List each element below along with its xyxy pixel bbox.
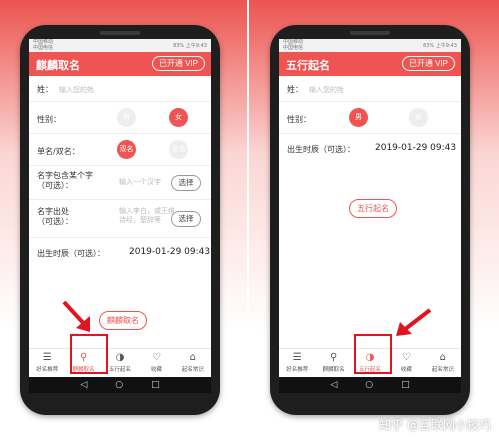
page-title: 麒麟取名 xyxy=(36,59,80,72)
birth-label: 出生时辰（可选）： xyxy=(37,249,105,258)
home-nav-icon[interactable]: ○ xyxy=(115,380,123,390)
recent-apps-icon[interactable]: □ xyxy=(151,380,160,390)
yin-yang-icon: ◑ xyxy=(115,352,125,363)
source-label-2: （可选）： xyxy=(37,217,73,226)
birth-label: 出生时辰（可选）： xyxy=(287,145,355,154)
surname-row: 姓： 输入您的姓 xyxy=(29,76,211,102)
male-option[interactable]: 男 xyxy=(349,108,368,127)
tab-label: 起名常识 xyxy=(431,367,454,373)
status-right: 83% 上午9:43 xyxy=(173,43,207,49)
surname-input[interactable]: 输入您的姓 xyxy=(59,85,94,95)
surname-row: 姓： 输入您的姓 xyxy=(279,76,461,102)
system-nav-bar: ◁ ○ □ xyxy=(279,377,461,393)
source-label: 名字出处 （可选）： xyxy=(37,207,73,227)
surname-input[interactable]: 输入您的姓 xyxy=(309,85,344,95)
tab-qilin[interactable]: ⚲ 麒麟取名 xyxy=(315,349,351,377)
female-option[interactable]: 女 xyxy=(409,108,428,127)
list-icon: ☰ xyxy=(42,352,52,363)
gender-row: 性别： 男 女 xyxy=(29,102,211,134)
tab-favorites[interactable]: ♡ 收藏 xyxy=(388,349,424,377)
carrier-2: 中国电信 xyxy=(33,44,54,51)
watermark: 知乎 @互联网小技巧 xyxy=(379,418,491,432)
generate-wuxing-button[interactable]: 五行起名 xyxy=(349,199,397,218)
tab-label: 五行起名 xyxy=(109,367,132,373)
source-row: 名字出处 （可选）： 输入李白，或王维， 诗经，楚辞等 选择 xyxy=(29,200,211,238)
status-bar: 中国移动 中国电信 83% 上午9:43 xyxy=(279,39,461,52)
single-name-option[interactable]: 单名 xyxy=(169,140,188,159)
tab-knowledge[interactable]: ⌂ 起名常识 xyxy=(425,349,461,377)
highlight-box xyxy=(354,334,392,374)
app-header: 五行起名 已开通 VIP xyxy=(279,52,461,76)
surname-label: 姓： xyxy=(37,85,53,94)
birth-row: 出生时辰（可选）： 2019-01-29 09:43 xyxy=(279,134,461,162)
birth-value[interactable]: 2019-01-29 09:43 xyxy=(129,247,210,257)
name-type-label: 单名/双名： xyxy=(37,147,80,156)
back-icon[interactable]: ◁ xyxy=(80,380,87,390)
back-icon[interactable]: ◁ xyxy=(330,380,337,390)
left-phone: 中国移动 中国电信 83% 上午9:43 麒麟取名 已开通 VIP 姓： 输入您的… xyxy=(20,25,220,415)
carrier-2: 中国电信 xyxy=(283,44,304,51)
carrier-text: 中国移动 中国电信 xyxy=(283,39,304,51)
generate-name-button[interactable]: 麒麟取名 xyxy=(99,311,147,330)
include-char-label-1: 名字包含某个字 xyxy=(37,171,93,180)
choose-char-button[interactable]: 选择 xyxy=(171,175,201,191)
female-option[interactable]: 女 xyxy=(169,108,188,127)
source-label-1: 名字出处 xyxy=(37,207,69,216)
include-char-input[interactable]: 输入一个汉字 xyxy=(119,177,161,187)
choose-source-button[interactable]: 选择 xyxy=(171,211,201,227)
system-nav-bar: ◁ ○ □ xyxy=(29,377,211,393)
page-title: 五行起名 xyxy=(286,59,330,72)
status-right: 83% 上午9:43 xyxy=(423,43,457,49)
gender-row: 性别： 男 女 xyxy=(279,102,461,134)
include-char-row: 名字包含某个字 （可选）： 输入一个汉字 选择 xyxy=(29,166,211,200)
surname-label: 姓： xyxy=(287,85,303,94)
arrow-icon xyxy=(396,308,432,336)
birth-row: 出生时辰（可选）： 2019-01-29 09:43 xyxy=(29,238,211,266)
heart-icon: ♡ xyxy=(151,352,161,363)
tab-favorites[interactable]: ♡ 收藏 xyxy=(138,349,174,377)
highlight-box xyxy=(70,334,108,374)
tab-label: 好名推荐 xyxy=(286,367,309,373)
left-screen: 中国移动 中国电信 83% 上午9:43 麒麟取名 已开通 VIP 姓： 输入您的… xyxy=(29,39,211,377)
tab-recommend[interactable]: ☰ 好名推荐 xyxy=(29,349,65,377)
include-char-label: 名字包含某个字 （可选）： xyxy=(37,171,93,191)
male-option[interactable]: 男 xyxy=(117,108,136,127)
vip-button[interactable]: 已开通 VIP xyxy=(401,56,455,71)
status-bar: 中国移动 中国电信 83% 上午9:43 xyxy=(29,39,211,52)
gender-label: 性别： xyxy=(37,115,61,124)
vip-button[interactable]: 已开通 VIP xyxy=(151,56,205,71)
gender-label: 性别： xyxy=(287,115,311,124)
source-placeholder-2: 诗经，楚辞等 xyxy=(119,216,161,224)
tab-label: 收藏 xyxy=(400,367,412,373)
tab-knowledge[interactable]: ⌂ 起名常识 xyxy=(175,349,211,377)
tab-label: 收藏 xyxy=(150,367,162,373)
tab-recommend[interactable]: ☰ 好名推荐 xyxy=(279,349,315,377)
home-icon: ⌂ xyxy=(439,352,446,363)
tab-label: 起名常识 xyxy=(181,367,204,373)
list-icon: ☰ xyxy=(292,352,302,363)
birth-value[interactable]: 2019-01-29 09:43 xyxy=(375,143,456,153)
include-char-label-2: （可选）： xyxy=(37,181,73,190)
carrier-text: 中国移动 中国电信 xyxy=(33,39,54,51)
double-name-option[interactable]: 双名 xyxy=(117,140,136,159)
heart-icon: ♡ xyxy=(401,352,411,363)
app-header: 麒麟取名 已开通 VIP xyxy=(29,52,211,76)
arrow-icon xyxy=(62,300,90,332)
name-type-row: 单名/双名： 双名 单名 xyxy=(29,134,211,166)
home-icon: ⌂ xyxy=(189,352,196,363)
recent-apps-icon[interactable]: □ xyxy=(401,380,410,390)
tab-label: 好名推荐 xyxy=(36,367,59,373)
tab-label: 麒麟取名 xyxy=(322,367,345,373)
tab-bar: ☰ 好名推荐 ⚲ 麒麟取名 ◑ 五行起名 ♡ 收藏 ⌂ 起名常识 xyxy=(29,348,211,377)
home-nav-icon[interactable]: ○ xyxy=(365,380,373,390)
search-icon: ⚲ xyxy=(329,352,338,363)
